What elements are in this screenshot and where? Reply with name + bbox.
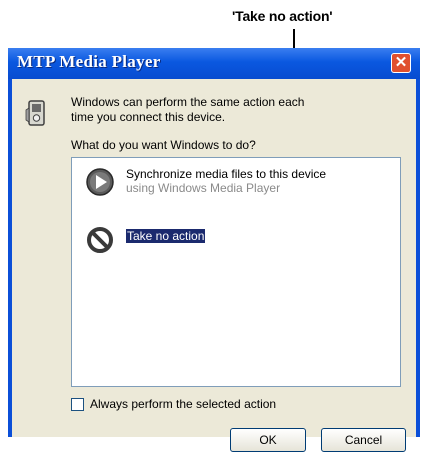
no-action-icon [87,227,113,253]
option-sync-subtitle: using Windows Media Player [126,181,281,195]
play-icon [86,168,114,196]
dialog-window: MTP Media Player ✕ Windows can perform t… [8,48,420,452]
option-sync-label[interactable]: Synchronize media files to this device [126,167,326,181]
title-bar: MTP Media Player ✕ [8,48,420,79]
option-no-action-label[interactable]: Take no action [124,228,207,244]
question-text: What do you want Windows to do? [71,138,256,152]
callout-label: 'Take no action' [232,8,333,24]
cancel-button[interactable]: Cancel [321,428,406,452]
device-icon [25,100,45,126]
dialog-body: Windows can perform the same action each… [12,79,416,452]
ok-button[interactable]: OK [230,428,306,452]
intro-text: Windows can perform the same action each… [71,95,305,124]
always-perform-checkbox[interactable] [71,398,84,411]
dialog-title: MTP Media Player [17,52,161,71]
close-button[interactable]: ✕ [391,53,411,73]
action-listbox[interactable]: Synchronize media files to this device u… [71,157,401,387]
always-perform-label[interactable]: Always perform the selected action [90,397,276,411]
